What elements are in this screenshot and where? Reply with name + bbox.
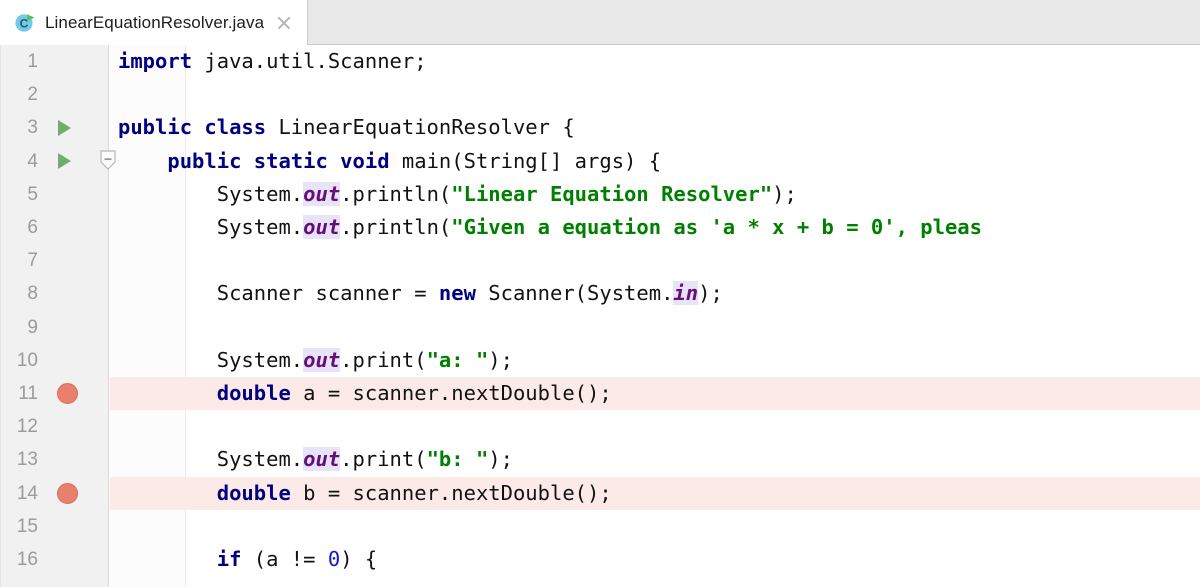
code-line[interactable]: 11 double a = scanner.nextDouble(); <box>0 377 1200 411</box>
code-line[interactable]: 16 if (a != 0) { <box>0 543 1200 576</box>
line-number: 2 <box>27 84 38 106</box>
code-token-plain: System. <box>118 215 304 239</box>
code-token-kw: import <box>118 49 193 73</box>
code-text: public static void main(String[] args) { <box>118 145 661 178</box>
code-text: System.out.println("Linear Equation Reso… <box>118 178 797 211</box>
code-line[interactable]: 2 <box>0 78 1200 111</box>
line-number: 16 <box>16 549 38 570</box>
code-token-plain: LinearEquationResolver { <box>266 115 575 140</box>
code-token-fld: out <box>303 181 341 206</box>
code-token-fld: in <box>673 281 699 306</box>
code-token-plain: ); <box>772 181 797 206</box>
editor-tab-bar: C LinearEquationResolver.java <box>0 0 1200 45</box>
code-token-plain: .println( <box>340 215 452 239</box>
code-text: Scanner scanner = new Scanner(System.in)… <box>118 277 723 310</box>
code-token-plain: ) { <box>340 547 378 571</box>
code-line[interactable]: 7 <box>0 244 1200 277</box>
code-token-plain: ); <box>698 281 723 306</box>
code-token-fld: out <box>303 447 341 472</box>
code-token-plain: .print( <box>340 447 427 472</box>
code-token-plain: main(String[] args) { <box>389 148 662 173</box>
code-token-kw: public class <box>118 115 267 140</box>
line-number: 13 <box>16 449 38 471</box>
code-token-plain: ); <box>488 347 513 372</box>
code-text: public class LinearEquationResolver { <box>118 111 575 144</box>
breakpoint-icon[interactable] <box>57 482 78 504</box>
line-number: 15 <box>16 515 38 537</box>
code-token-plain: System. <box>118 181 304 206</box>
code-token-plain: (a != <box>241 547 328 571</box>
code-token-fld: out <box>303 215 341 239</box>
code-token-str: "b: " <box>426 447 489 472</box>
code-line[interactable]: 10 System.out.print("a: "); <box>0 344 1200 377</box>
code-token-plain: System. <box>118 447 304 472</box>
java-class-runnable-icon: C <box>14 12 36 34</box>
code-line[interactable]: 13 System.out.print("b: "); <box>0 443 1200 476</box>
code-token-kw: double <box>216 381 291 405</box>
line-number: 8 <box>27 283 38 305</box>
code-token-str: "a: " <box>426 347 489 372</box>
fold-collapse-icon[interactable] <box>98 150 118 172</box>
code-token-kw: new <box>438 281 476 306</box>
line-number: 7 <box>27 250 38 272</box>
code-token-kw: double <box>216 480 291 505</box>
code-lines-container: 1 import java.util.Scanner; 2 3 public class… <box>0 45 1200 587</box>
code-token-plain: java.util.Scanner; <box>192 49 427 73</box>
code-line[interactable]: 8 Scanner scanner = new Scanner(System.i… <box>0 277 1200 310</box>
run-gutter-icon[interactable] <box>58 153 71 170</box>
close-icon[interactable] <box>276 15 292 31</box>
code-token-kw: if <box>216 547 242 571</box>
code-line[interactable]: 1 import java.util.Scanner; <box>0 45 1200 78</box>
code-token-plain: .println( <box>340 181 452 206</box>
code-token-plain: .print( <box>340 347 427 372</box>
code-text: double a = scanner.nextDouble(); <box>118 377 612 410</box>
code-token-plain: a = scanner.nextDouble(); <box>290 381 612 405</box>
code-line[interactable]: 14 double b = scanner.nextDouble(); <box>0 476 1200 510</box>
code-editor[interactable]: 1 import java.util.Scanner; 2 3 public class… <box>0 45 1200 587</box>
code-line[interactable]: 9 <box>0 311 1200 344</box>
line-number: 10 <box>16 349 38 371</box>
code-line[interactable]: 6 System.out.println("Given a equation a… <box>0 211 1200 244</box>
code-token-plain: b = scanner.nextDouble(); <box>290 480 612 505</box>
code-token-fld: out <box>303 347 341 372</box>
breakpoint-icon[interactable] <box>57 383 78 405</box>
code-text: System.out.print("a: "); <box>118 344 513 377</box>
code-token-plain: Scanner scanner = <box>118 281 439 306</box>
code-text: double b = scanner.nextDouble(); <box>118 477 612 510</box>
code-text: System.out.println("Given a equation as … <box>118 211 982 244</box>
code-line[interactable]: 15 <box>0 510 1200 543</box>
code-token-kw: public static void <box>167 148 390 173</box>
code-line[interactable]: 4 public static void main(String[] args)… <box>0 145 1200 178</box>
line-number: 5 <box>27 183 38 205</box>
code-token-str: "Given a equation as 'a * x + b = 0', pl… <box>451 215 982 239</box>
code-token-plain: System. <box>118 347 304 372</box>
code-text: System.out.print("b: "); <box>118 443 513 476</box>
editor-tab-linearequationresolver[interactable]: C LinearEquationResolver.java <box>0 0 308 45</box>
code-token-str: "Linear Equation Resolver" <box>451 181 773 206</box>
code-token-num: 0 <box>327 547 341 571</box>
code-line[interactable]: 3 public class LinearEquationResolver { <box>0 111 1200 144</box>
line-number: 3 <box>27 117 38 139</box>
line-number: 4 <box>27 150 38 172</box>
line-number: 6 <box>27 217 38 238</box>
code-text: import java.util.Scanner; <box>118 45 427 78</box>
code-line[interactable]: 12 <box>0 410 1200 443</box>
code-token-plain: ); <box>488 447 513 472</box>
line-number: 1 <box>27 51 38 72</box>
line-number: 11 <box>18 383 38 404</box>
code-line[interactable]: 5 System.out.println("Linear Equation Re… <box>0 178 1200 211</box>
code-token-plain: Scanner(System. <box>475 281 674 306</box>
ide-editor-window: C LinearEquationResolver.java 1 import ja… <box>0 0 1200 587</box>
line-number: 12 <box>16 416 38 438</box>
line-number: 14 <box>16 482 38 504</box>
code-text: if (a != 0) { <box>118 543 377 576</box>
line-number: 9 <box>27 316 38 338</box>
run-gutter-icon[interactable] <box>58 119 71 136</box>
editor-tab-label: LinearEquationResolver.java <box>45 12 265 32</box>
